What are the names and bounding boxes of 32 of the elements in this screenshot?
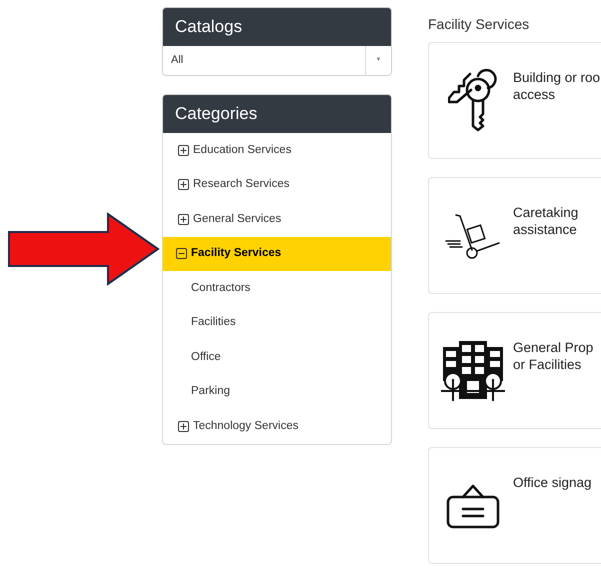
category-item[interactable]: Facility Services	[163, 236, 391, 271]
keys-icon	[448, 68, 498, 134]
category-item[interactable]: General Services	[163, 202, 391, 236]
expand-icon[interactable]	[178, 420, 189, 432]
card-title: access	[513, 86, 556, 103]
subcategory-item[interactable]: Office	[163, 340, 391, 374]
expand-icon[interactable]	[178, 144, 189, 156]
building-icon	[441, 338, 505, 402]
hand-truck-icon	[444, 212, 502, 258]
expand-icon[interactable]	[178, 179, 189, 190]
card-title: assistance	[513, 221, 578, 238]
expand-icon[interactable]	[178, 214, 189, 225]
subcategory-item[interactable]: Facilities	[163, 306, 391, 340]
card-title: General Prop	[513, 339, 594, 356]
category-item[interactable]: Research Services	[163, 168, 391, 202]
card-title: Caretaking	[513, 204, 578, 221]
collapse-icon[interactable]	[176, 248, 187, 260]
service-card[interactable]: Building or roo access	[428, 42, 601, 159]
card-title: or Facilities	[513, 356, 582, 373]
panel-title: Categories	[163, 95, 391, 133]
subcategory-item[interactable]: Contractors	[163, 271, 391, 306]
section-heading: Facility Services	[428, 15, 530, 34]
service-card[interactable]: Caretaking assistance	[428, 177, 601, 294]
hanging-sign-icon	[445, 482, 501, 528]
card-title: Office signag	[513, 474, 592, 491]
category-item[interactable]: Education Services	[163, 133, 391, 168]
category-item[interactable]: Technology Services	[163, 409, 391, 444]
panel-title: Catalogs	[163, 8, 391, 46]
service-card[interactable]: General Prop or Facilities	[428, 312, 601, 429]
subcategory-item[interactable]: Parking	[163, 374, 391, 409]
service-card[interactable]: Office signag	[428, 447, 601, 564]
card-title: Building or roo	[513, 69, 600, 86]
